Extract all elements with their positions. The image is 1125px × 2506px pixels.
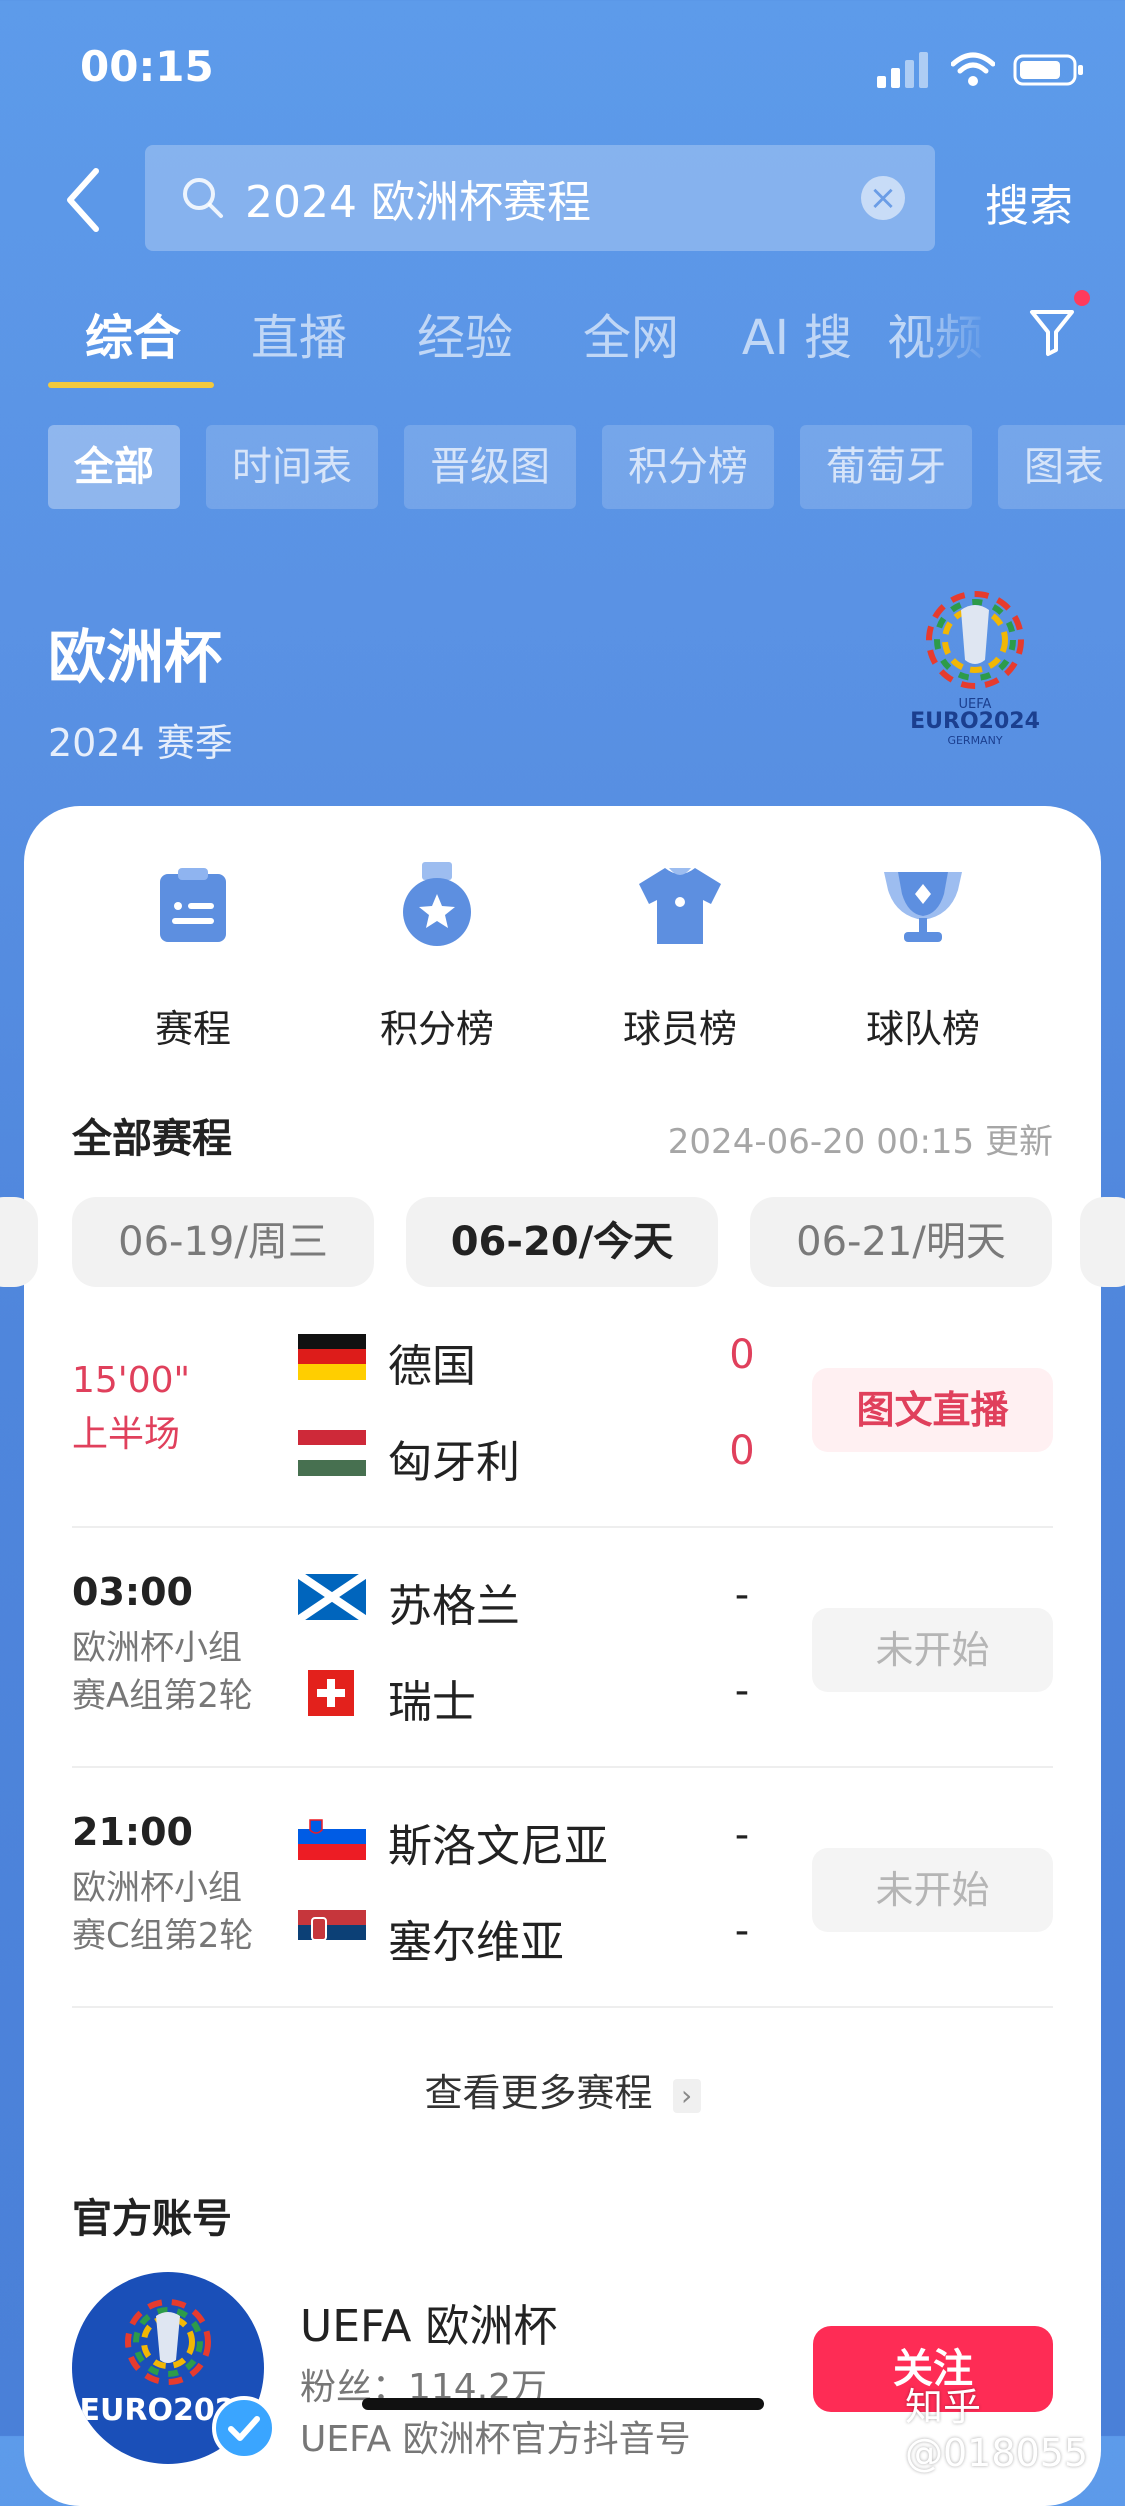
quick-action-standings[interactable]: 积分榜 — [337, 860, 537, 1053]
home-team: 苏格兰 — [388, 1581, 520, 1632]
more-schedule-label: 查看更多赛程 — [424, 2071, 653, 2115]
quick-action-label: 赛程 — [154, 1007, 231, 1051]
divider — [72, 1766, 1053, 1768]
date-tab-prev-edge[interactable] — [0, 1197, 38, 1287]
flag-serbia-icon — [298, 1910, 366, 1956]
quick-action-players[interactable]: 球员榜 — [580, 860, 780, 1053]
filter-chips: 全部 时间表 晋级图 积分榜 葡萄牙 图表 — [48, 425, 1125, 509]
match-round-line: 赛C组第2轮 — [72, 1916, 254, 1956]
update-time: 2024-06-20 00:15 更新 — [667, 1122, 1053, 1162]
live-text-button[interactable]: 图文直播 — [812, 1368, 1053, 1452]
quick-action-label: 积分榜 — [379, 1007, 494, 1051]
verified-badge-icon — [212, 2396, 276, 2460]
svg-text:GERMANY: GERMANY — [947, 734, 1002, 747]
away-team: 塞尔维亚 — [388, 1917, 564, 1968]
date-tab-next[interactable]: 06-21/明天 — [750, 1197, 1052, 1287]
back-icon[interactable] — [60, 165, 110, 235]
watermark: 知乎 @018055 — [905, 2385, 1089, 2475]
flag-scotland-icon — [298, 1574, 366, 1620]
match-round-line: 欧洲杯小组 — [72, 1868, 242, 1908]
match-round-line: 欧洲杯小组 — [72, 1628, 242, 1668]
schedule-title: 全部赛程 — [72, 1116, 232, 1162]
date-tab-prev[interactable]: 06-19/周三 — [72, 1197, 374, 1287]
divider — [72, 2006, 1053, 2008]
tab-video[interactable]: 视频 — [880, 298, 990, 368]
tab-live[interactable]: 直播 — [216, 298, 382, 368]
match-time: 03:00 — [72, 1570, 193, 1614]
away-team: 瑞士 — [388, 1677, 476, 1728]
more-schedule-link[interactable]: 查看更多赛程 › — [0, 2062, 1125, 2117]
jersey-icon — [639, 868, 721, 944]
away-score: 0 — [729, 1428, 755, 1474]
search-icon — [183, 178, 223, 218]
chip-all[interactable]: 全部 — [48, 425, 180, 509]
medal-icon — [403, 862, 471, 946]
match-round: 欧洲杯小组 赛C组第2轮 — [72, 1864, 253, 1960]
league-title: 欧洲杯 — [48, 623, 223, 691]
battery-icon — [1013, 54, 1083, 86]
flag-switzerland-icon — [308, 1670, 354, 1716]
tab-ai-search[interactable]: AI 搜 — [714, 298, 880, 368]
official-account-title: 官方账号 — [72, 2196, 232, 2242]
euro2024-logo: UEFA EURO2024 GERMANY — [910, 591, 1040, 747]
schedule-icon — [160, 868, 226, 942]
active-tab-indicator — [48, 382, 214, 388]
quick-action-label: 球队榜 — [865, 1007, 980, 1051]
flag-slovenia-icon — [298, 1814, 366, 1860]
divider — [72, 1526, 1053, 1528]
chip-bracket[interactable]: 晋级图 — [404, 425, 576, 509]
filter-icon[interactable] — [1028, 306, 1076, 358]
match-row[interactable]: 15'00" 上半场 德国 0 匈牙利 0 图文直播 — [72, 1310, 1053, 1550]
match-minute: 15'00" — [72, 1360, 191, 1401]
clear-icon[interactable]: × — [861, 176, 905, 220]
quick-action-teams[interactable]: 球队榜 — [823, 860, 1023, 1053]
away-score: - — [734, 1908, 750, 1954]
not-started-button[interactable]: 未开始 — [812, 1848, 1053, 1932]
trophy-icon — [884, 872, 962, 942]
search-button[interactable]: 搜索 — [985, 170, 1073, 234]
search-query: 2024 欧洲杯赛程 — [245, 177, 591, 228]
home-score: 0 — [729, 1332, 755, 1378]
signal-icon — [877, 52, 928, 88]
date-tab-today[interactable]: 06-20/今天 — [406, 1197, 718, 1287]
tab-all[interactable]: 综合 — [50, 298, 216, 368]
chip-charts[interactable]: 图表 — [998, 425, 1125, 509]
chip-portugal[interactable]: 葡萄牙 — [800, 425, 972, 509]
match-round: 欧洲杯小组 赛A组第2轮 — [72, 1624, 253, 1720]
date-tab-next-edge[interactable] — [1080, 1197, 1125, 1287]
home-team: 德国 — [388, 1341, 476, 1392]
flag-germany-icon — [298, 1334, 366, 1380]
home-score: - — [734, 1572, 750, 1618]
match-live-time: 15'00" 上半场 — [72, 1354, 190, 1462]
not-started-button[interactable]: 未开始 — [812, 1608, 1053, 1692]
quick-action-schedule[interactable]: 赛程 — [93, 860, 293, 1053]
status-time: 00:15 — [80, 42, 214, 91]
quick-action-label: 球员榜 — [622, 1007, 737, 1051]
status-icons — [877, 50, 1085, 90]
match-row[interactable]: 21:00 欧洲杯小组 赛C组第2轮 斯洛文尼亚 - 塞尔维亚 - 未开始 — [72, 1790, 1053, 2030]
away-score: - — [734, 1668, 750, 1714]
match-phase: 上半场 — [72, 1414, 181, 1455]
chip-standings[interactable]: 积分榜 — [602, 425, 774, 509]
home-team: 斯洛文尼亚 — [388, 1821, 608, 1872]
chevron-right-icon: › — [672, 2078, 701, 2113]
account-name[interactable]: UEFA 欧洲杯 — [300, 2290, 557, 2354]
wifi-icon — [951, 52, 995, 86]
flag-hungary-icon — [298, 1430, 366, 1476]
home-indicator[interactable] — [362, 2398, 764, 2410]
tab-web[interactable]: 全网 — [548, 298, 714, 368]
league-season: 2024 赛季 — [48, 721, 233, 765]
match-round-line: 赛A组第2轮 — [72, 1676, 253, 1716]
chip-timetable[interactable]: 时间表 — [206, 425, 378, 509]
tab-bar: 综合 直播 经验 全网 AI 搜 视频 — [50, 298, 990, 368]
away-team: 匈牙利 — [388, 1437, 520, 1488]
notification-dot — [1074, 290, 1090, 306]
tab-experience[interactable]: 经验 — [382, 298, 548, 368]
search-input[interactable]: 2024 欧洲杯赛程 × — [145, 145, 935, 251]
home-score: - — [734, 1812, 750, 1858]
match-row[interactable]: 03:00 欧洲杯小组 赛A组第2轮 苏格兰 - 瑞士 - 未开始 — [72, 1550, 1053, 1790]
account-description: UEFA 欧洲杯官方抖音号 — [300, 2419, 691, 2460]
match-time: 21:00 — [72, 1810, 193, 1854]
svg-text:EURO2024: EURO2024 — [910, 709, 1040, 734]
